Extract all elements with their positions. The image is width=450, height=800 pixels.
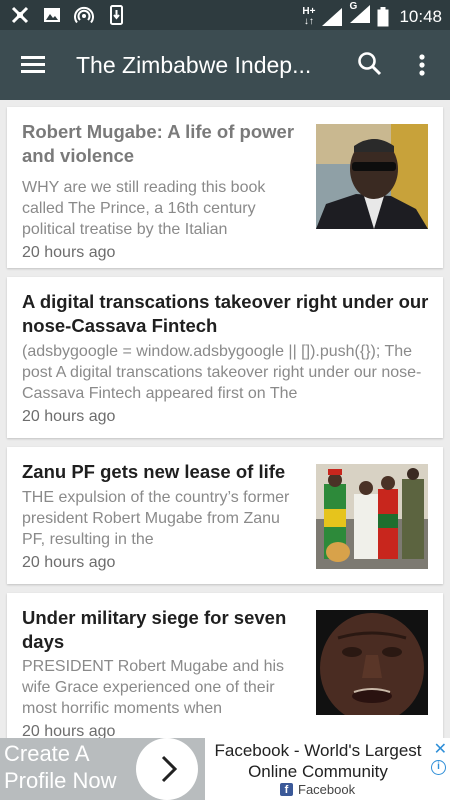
ad-cta-panel[interactable]: Create A Profile Now [0,738,205,800]
info-icon[interactable]: i [431,760,446,775]
article-excerpt: WHY are we still reading this book calle… [22,179,266,238]
data-arrows-icon: ↓↑ [303,15,314,27]
facebook-logo-icon: f [280,783,293,796]
phone-download-icon [110,5,123,25]
article-title: Robert Mugabe: A life of power and viole… [22,121,295,166]
ad-arrow-button[interactable] [136,738,198,800]
article-thumbnail-crowd [316,464,428,569]
ad-banner[interactable]: Create A Profile Now Facebook - World's … [0,738,450,800]
article-card[interactable]: A digital transcations takeover right un… [7,277,443,438]
battery-icon [377,6,389,26]
article-time: 20 hours ago [22,408,116,425]
ad-brand-name: Facebook [298,782,356,797]
hotspot-icon [74,6,94,24]
article-excerpt: PRESIDENT Robert Mugabe and his wife Gra… [22,658,285,717]
signal-icon [322,7,343,26]
article-thumbnail-portrait [316,124,428,229]
article-excerpt: (adsbygoogle = window.adsbygoogle || [])… [22,343,422,402]
clock: 10:48 [399,6,442,26]
article-title: Zanu PF gets new lease of life [22,461,286,482]
sim2-network-label: G [349,1,358,12]
more-vert-icon[interactable] [410,50,434,80]
article-card[interactable]: Under military siege for seven days PRES… [7,593,443,738]
ad-cta-text: Create A Profile Now [4,741,117,793]
app-title: The Zimbabwe Indep... [76,52,312,78]
close-icon[interactable]: ✕ [434,739,447,759]
article-title: Under military siege for seven days [22,607,287,652]
search-icon[interactable] [356,50,384,78]
article-time: 20 hours ago [22,554,116,571]
status-bar: H+ ↓↑ G 10:48 [0,0,450,30]
chevron-right-icon [161,755,178,783]
image-icon [44,8,60,22]
ad-headline: Facebook - World's Largest Online Commun… [214,741,422,781]
network-type-indicator: H+ ↓↑ [302,5,316,27]
article-title: A digital transcations takeover right un… [22,291,429,336]
app-bar: The Zimbabwe Indep... [0,30,450,100]
article-time: 20 hours ago [22,244,116,261]
ad-brand: f Facebook [280,782,355,797]
article-time: 20 hours ago [22,723,116,738]
app-notification-icon [11,6,29,24]
menu-icon[interactable] [20,52,48,78]
article-card[interactable]: Zanu PF gets new lease of life THE expul… [7,447,443,584]
article-feed[interactable]: Robert Mugabe: A life of power and viole… [0,100,450,738]
article-thumbnail-face [316,610,428,715]
article-excerpt: THE expulsion of the country’s former pr… [22,489,290,548]
article-card[interactable]: Robert Mugabe: A life of power and viole… [7,107,443,268]
